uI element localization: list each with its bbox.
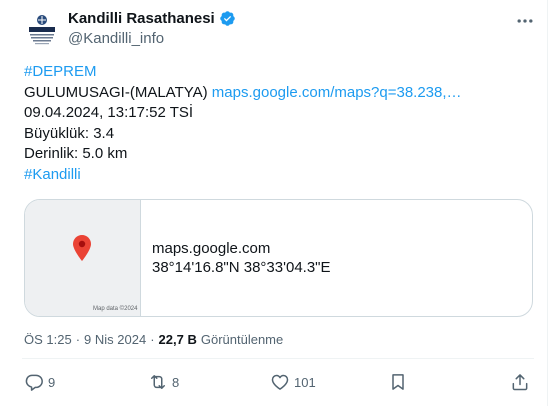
location-text: GULUMUSAGI-(MALATYA)	[24, 83, 212, 101]
author-handle[interactable]: @Kandilli_info	[68, 30, 164, 47]
retweet-button[interactable]: 8	[148, 372, 179, 392]
like-button[interactable]: 101	[270, 372, 316, 392]
tweet-container: Kandilli Rasathanesi @Kandilli_info #DEP…	[0, 0, 548, 406]
tweet-time[interactable]: ÖS 1:25	[24, 332, 72, 347]
card-domain: maps.google.com	[152, 240, 271, 257]
depth-text: Derinlik: 5.0 km	[24, 145, 128, 162]
share-icon	[512, 374, 528, 391]
heart-icon	[271, 374, 289, 390]
author-name-text: Kandilli Rasathanesi	[68, 10, 215, 27]
like-count: 101	[294, 374, 316, 390]
datetime-line: 09.04.2024, 13:17:52 TSİ	[24, 103, 534, 124]
author-name[interactable]: Kandilli Rasathanesi	[68, 10, 236, 27]
action-bar: 9 8 101	[24, 372, 534, 396]
hashtag-deprem: #DEPREM	[24, 62, 534, 83]
location-line: GULUMUSAGI-(MALATYA) maps.google.com/map…	[24, 83, 534, 104]
retweet-icon	[151, 375, 165, 389]
more-horizontal-icon	[517, 19, 533, 23]
reply-count: 9	[48, 374, 56, 390]
hashtag-kandilli: #Kandilli	[24, 165, 534, 186]
hashtag-link[interactable]: #Kandilli	[24, 166, 81, 183]
card-title: 38°14'16.8"N 38°33'04.3"E	[152, 259, 331, 276]
avatar[interactable]	[22, 10, 62, 50]
depth-line: Derinlik: 5.0 km	[24, 144, 534, 165]
divider	[22, 358, 534, 359]
magnitude-text: Büyüklük: 3.4	[24, 124, 115, 142]
hashtag-link[interactable]: #DEPREM	[24, 63, 97, 80]
views-count: 22,7 B	[158, 332, 197, 347]
magnitude-line: Büyüklük: 3.4	[24, 124, 534, 145]
bookmark-button[interactable]	[388, 372, 408, 392]
views-label: Görüntülenme	[200, 332, 284, 347]
tweet-date[interactable]: 9 Nis 2024	[84, 332, 146, 347]
share-button[interactable]	[510, 372, 530, 392]
reply-icon	[25, 374, 43, 391]
retweet-count: 8	[172, 374, 180, 390]
map-pin-icon	[73, 235, 91, 261]
datetime-text: 09.04.2024, 13:17:52 TSİ	[24, 104, 194, 121]
bookmark-icon	[392, 374, 404, 390]
verified-badge-icon[interactable]	[219, 10, 236, 27]
kandilli-logo-icon	[22, 10, 62, 50]
meta-separator: ·	[150, 332, 155, 347]
reply-button[interactable]: 9	[24, 372, 55, 392]
map-thumbnail: Map data ©2024	[25, 200, 141, 316]
map-attribution: Map data ©2024	[93, 306, 138, 312]
tweet-text: #DEPREM GULUMUSAGI-(MALATYA) maps.google…	[24, 62, 534, 185]
link-preview-card[interactable]: Map data ©2024 maps.google.com 38°14'16.…	[24, 199, 533, 317]
more-options-button[interactable]	[512, 8, 538, 34]
meta-separator: ·	[75, 332, 81, 347]
maps-link[interactable]: maps.google.com/maps?q=38.238,…	[212, 84, 462, 101]
tweet-metadata: ÖS 1:25 · 9 Nis 2024 · 22,7 B Görüntülen…	[24, 332, 283, 347]
